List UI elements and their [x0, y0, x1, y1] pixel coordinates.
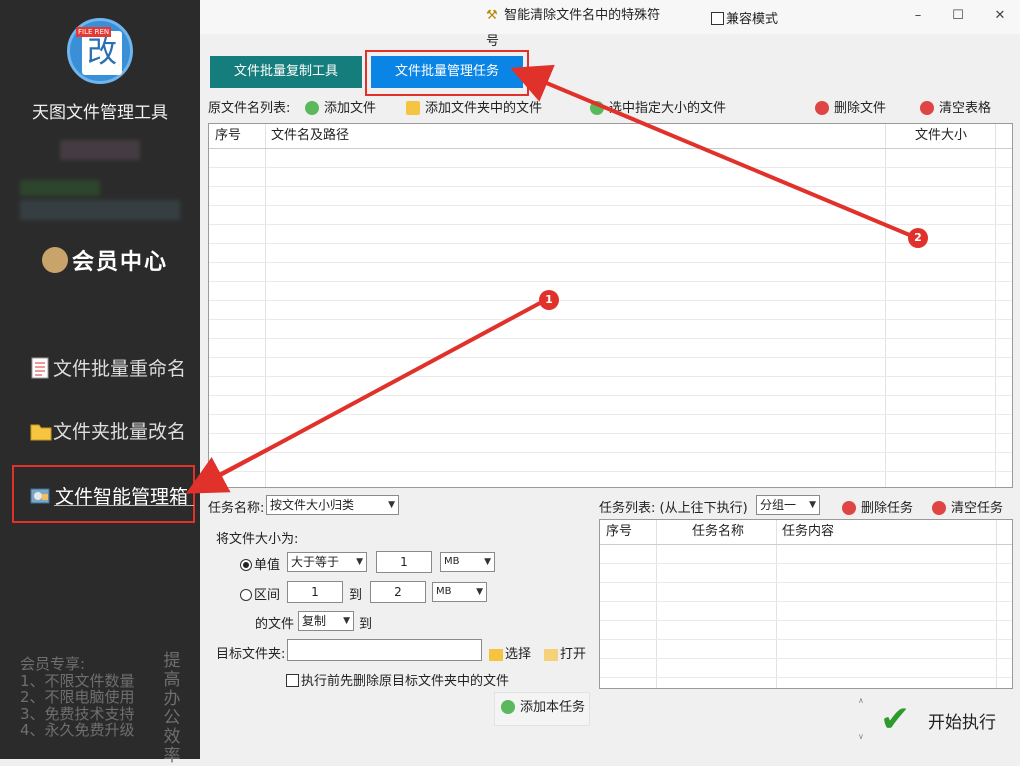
annotation-badge-1: 1	[539, 290, 559, 310]
annotation-badge-2: 2	[908, 228, 928, 248]
arrow-2-line	[510, 64, 913, 238]
annotation-arrows	[185, 64, 913, 494]
arrow-1-line	[185, 301, 541, 494]
